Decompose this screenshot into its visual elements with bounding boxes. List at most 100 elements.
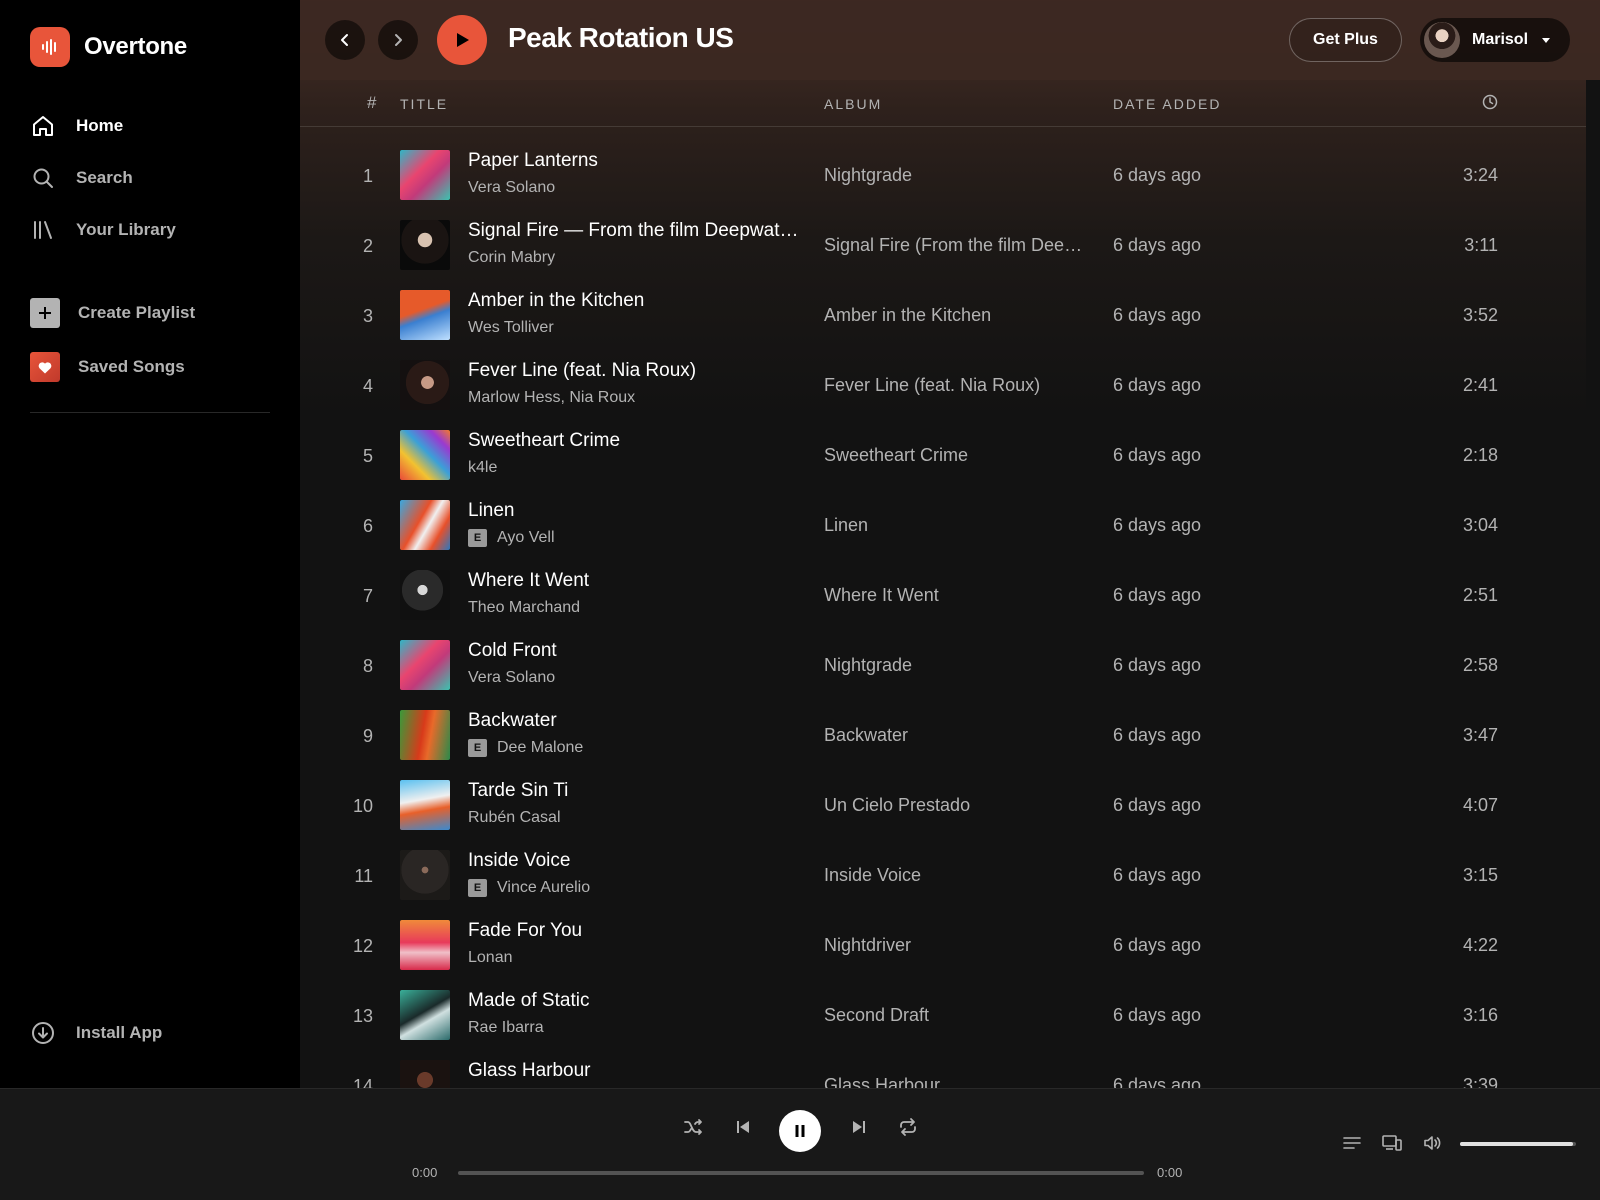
play-playlist-button[interactable] (437, 15, 487, 65)
album-art (400, 780, 450, 830)
nav-search[interactable]: Search (30, 152, 270, 204)
get-plus-button[interactable]: Get Plus (1289, 18, 1402, 62)
album-art (400, 430, 450, 480)
track-title[interactable]: Tarde Sin Ti (468, 780, 568, 802)
track-title[interactable]: Sweetheart Crime (468, 430, 620, 452)
col-header-date[interactable]: DATE ADDED (1113, 96, 1221, 112)
brand-name: Overtone (84, 33, 187, 60)
track-album[interactable]: Backwater (824, 725, 908, 746)
track-album[interactable]: Glass Harbour (824, 1075, 940, 1088)
track-title[interactable]: Linen (468, 500, 515, 522)
track-artist[interactable]: Corin Mabry (468, 249, 555, 267)
previous-button[interactable] (727, 1111, 759, 1143)
devices-button[interactable] (1380, 1131, 1404, 1155)
track-row[interactable]: 1 Paper Lanterns Vera Solano Nightgrade … (300, 140, 1586, 210)
track-album[interactable]: Inside Voice (824, 865, 921, 886)
track-date-added: 6 days ago (1113, 935, 1202, 955)
track-title[interactable]: Fever Line (feat. Nia Roux) (468, 360, 696, 382)
track-title[interactable]: Where It Went (468, 570, 589, 592)
brand[interactable]: Overtone (30, 27, 187, 67)
track-title[interactable]: Fade For You (468, 920, 582, 942)
create-playlist-label: Create Playlist (78, 303, 196, 322)
devices-icon (1382, 1135, 1402, 1151)
track-artist[interactable]: Marlow Hess, Nia Roux (468, 389, 635, 407)
track-album[interactable]: Where It Went (824, 585, 939, 606)
track-artist[interactable]: Wes Tolliver (468, 319, 554, 337)
track-artist[interactable]: Vera Solano (468, 669, 555, 687)
scrollbar[interactable] (1586, 80, 1600, 1088)
shuffle-button[interactable] (677, 1111, 709, 1143)
saved-songs-label: Saved Songs (78, 357, 185, 376)
track-album[interactable]: Nightdriver (824, 935, 911, 956)
track-album[interactable]: Nightgrade (824, 655, 912, 676)
track-title[interactable]: Inside Voice (468, 850, 570, 872)
track-row[interactable]: 8 Cold Front Vera Solano Nightgrade 6 da… (300, 630, 1586, 700)
pause-button[interactable] (779, 1110, 821, 1152)
track-artist-name: Vera Solano (468, 669, 556, 686)
track-title[interactable]: Signal Fire — From the film Deepwater Sk… (468, 220, 808, 242)
nav-home[interactable]: Home (30, 100, 270, 152)
track-duration: 3:47 (1462, 725, 1498, 745)
avatar (1424, 22, 1460, 58)
track-date-added: 6 days ago (1113, 445, 1202, 465)
track-row[interactable]: 11 Inside Voice E Vince Aurelio Inside Vo… (300, 840, 1586, 910)
track-artist[interactable]: E Ayo Vell (468, 529, 555, 547)
track-title[interactable]: Glass Harbour (468, 1060, 591, 1082)
track-row[interactable]: 3 Amber in the Kitchen Wes Tolliver Ambe… (300, 280, 1586, 350)
col-header-title[interactable]: TITLE (400, 96, 448, 112)
track-title[interactable]: Paper Lanterns (468, 150, 598, 172)
track-artist[interactable]: Rubén Casal (468, 809, 561, 827)
col-header-album[interactable]: ALBUM (824, 96, 882, 112)
track-row[interactable]: 4 Fever Line (feat. Nia Roux) Marlow Hes… (300, 350, 1586, 420)
album-art (400, 570, 450, 620)
track-album[interactable]: Un Cielo Prestado (824, 795, 970, 816)
track-duration: 3:24 (1462, 165, 1498, 185)
track-row[interactable]: 2 Signal Fire — From the film Deepwater … (300, 210, 1586, 280)
volume-slider[interactable] (1460, 1142, 1576, 1146)
volume-button[interactable] (1420, 1131, 1444, 1155)
track-album[interactable]: Second Draft (824, 1005, 929, 1026)
track-album[interactable]: Fever Line (feat. Nia Roux) (824, 375, 1040, 396)
track-title[interactable]: Backwater (468, 710, 557, 732)
saved-songs-button[interactable]: Saved Songs (30, 340, 270, 394)
repeat-button[interactable] (892, 1111, 924, 1143)
track-row[interactable]: 10 Tarde Sin Ti Rubén Casal Un Cielo Pre… (300, 770, 1586, 840)
track-date-added: 6 days ago (1113, 515, 1202, 535)
track-number: 12 (352, 936, 373, 956)
track-artist[interactable]: k4le (468, 459, 497, 477)
track-album[interactable]: Amber in the Kitchen (824, 305, 991, 326)
track-row[interactable]: 9 Backwater E Dee Malone Backwater 6 days… (300, 700, 1586, 770)
track-number: 9 (362, 726, 373, 746)
track-artist[interactable]: Vera Solano (468, 179, 555, 197)
next-button[interactable] (843, 1111, 875, 1143)
track-number: 14 (352, 1076, 373, 1088)
clock-icon[interactable] (1482, 94, 1498, 113)
create-playlist-button[interactable]: Create Playlist (30, 286, 270, 340)
track-artist[interactable]: Theo Marchand (468, 599, 580, 617)
track-artist[interactable]: E Dee Malone (468, 739, 583, 757)
track-title[interactable]: Made of Static (468, 990, 589, 1012)
track-album[interactable]: Nightgrade (824, 165, 912, 186)
track-row[interactable]: 5 Sweetheart Crime k4le Sweetheart Crime… (300, 420, 1586, 490)
track-album[interactable]: Signal Fire (From the film Deepwater Ski… (824, 235, 1088, 256)
queue-button[interactable] (1340, 1131, 1364, 1155)
track-row[interactable]: 13 Made of Static Rae Ibarra Second Draf… (300, 980, 1586, 1050)
track-row[interactable]: 7 Where It Went Theo Marchand Where It W… (300, 560, 1586, 630)
track-artist[interactable]: E Vince Aurelio (468, 879, 590, 897)
track-title[interactable]: Cold Front (468, 640, 557, 662)
install-app-button[interactable]: Install App (30, 1020, 162, 1046)
track-artist[interactable]: Lonan (468, 949, 513, 967)
track-album[interactable]: Sweetheart Crime (824, 445, 968, 466)
album-art (400, 710, 450, 760)
track-row[interactable]: 12 Fade For You Lonan Nightdriver 6 days… (300, 910, 1586, 980)
track-row[interactable]: 6 Linen E Ayo Vell Linen 6 days ago 3:04 (300, 490, 1586, 560)
track-title[interactable]: Amber in the Kitchen (468, 290, 644, 312)
forward-button[interactable] (378, 20, 418, 60)
track-artist[interactable]: Rae Ibarra (468, 1019, 544, 1037)
track-album[interactable]: Linen (824, 515, 868, 536)
progress-bar[interactable] (458, 1171, 1144, 1175)
back-button[interactable] (325, 20, 365, 60)
track-row[interactable]: 14 Glass Harbour Glass Harbour 6 days ag… (300, 1050, 1586, 1088)
user-menu-button[interactable]: Marisol (1420, 18, 1570, 62)
nav-library[interactable]: Your Library (30, 204, 270, 256)
